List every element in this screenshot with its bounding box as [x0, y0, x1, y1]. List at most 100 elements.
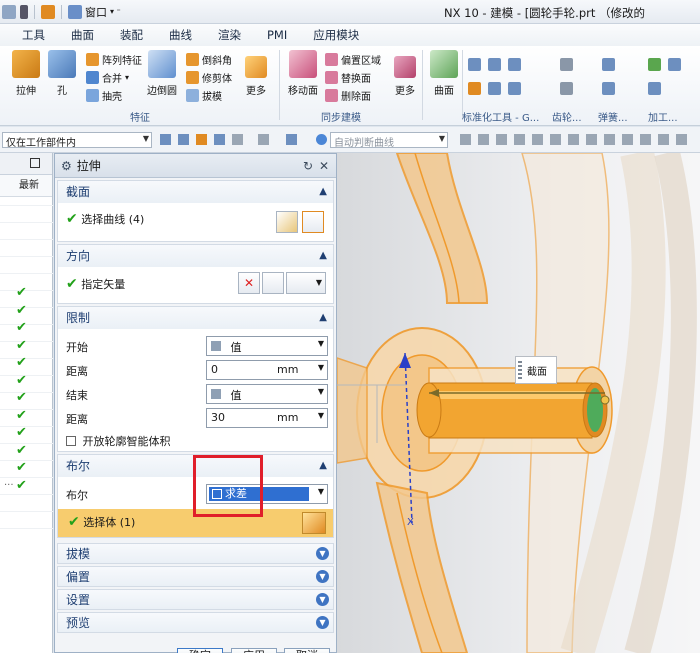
auto-infer-select[interactable]: 自动判断曲线 ▼: [330, 132, 448, 148]
start-distance-input[interactable]: 0 mm ▼: [206, 360, 328, 380]
snap-icon[interactable]: [676, 134, 687, 145]
open-profile-checkbox[interactable]: 开放轮廓智能体积: [66, 433, 171, 449]
snap-icon[interactable]: [514, 134, 525, 145]
snap-icon[interactable]: [604, 134, 615, 145]
snap-icon[interactable]: [532, 134, 543, 145]
window-menu[interactable]: 窗口 ▾ ⁼: [68, 4, 121, 20]
machining-tool-icon[interactable]: [668, 56, 681, 72]
select-icon[interactable]: [196, 134, 207, 145]
settings-section[interactable]: 设置 ▼: [57, 589, 334, 610]
close-icon[interactable]: [316, 134, 327, 145]
redo-icon[interactable]: [2, 4, 16, 19]
tab-applications[interactable]: 应用模块: [300, 24, 372, 46]
snap-icon[interactable]: [478, 134, 489, 145]
snap-icon[interactable]: [496, 134, 507, 145]
snap-icon[interactable]: [550, 134, 561, 145]
table-row[interactable]: [0, 239, 53, 240]
select-icon[interactable]: [178, 134, 189, 145]
std-tool-icon[interactable]: [508, 80, 521, 96]
std-tool-icon[interactable]: [488, 56, 501, 72]
reset-icon[interactable]: ↻: [303, 159, 313, 173]
gear-icon[interactable]: ⚙: [61, 159, 72, 173]
close-icon[interactable]: ✕: [319, 159, 329, 173]
limits-header[interactable]: 限制 ▲: [58, 307, 333, 329]
select-curve-row[interactable]: ✔ 选择曲线 (4): [66, 211, 144, 227]
table-row[interactable]: [0, 273, 53, 274]
reverse-direction-button[interactable]: ✕: [238, 272, 260, 294]
replace-face-button[interactable]: 替换面: [325, 69, 371, 85]
move-face-button[interactable]: 移动面: [283, 50, 323, 97]
select-icon[interactable]: [258, 134, 269, 145]
snap-icon[interactable]: [586, 134, 597, 145]
end-mode-select[interactable]: 值 ▼: [206, 384, 328, 404]
specify-vector-row[interactable]: ✔ 指定矢量: [66, 276, 125, 292]
snap-icon[interactable]: [622, 134, 633, 145]
graphics-viewport[interactable]: X 截面: [337, 153, 700, 653]
unite-button[interactable]: 合并 ▾: [86, 69, 129, 85]
end-distance-input[interactable]: 30 mm ▼: [206, 408, 328, 428]
switch-window-icon[interactable]: [41, 4, 55, 19]
draft-button[interactable]: 拔模: [186, 87, 222, 103]
snap-icon[interactable]: [568, 134, 579, 145]
spring-tool-icon[interactable]: [602, 56, 615, 72]
spring-tool-icon[interactable]: [602, 80, 615, 96]
shell-button[interactable]: 抽壳: [86, 87, 122, 103]
snap-icon[interactable]: [460, 134, 471, 145]
extrude-button[interactable]: 拉伸: [8, 50, 44, 97]
vector-dialog-button[interactable]: [262, 272, 284, 294]
hole-button[interactable]: 孔: [44, 50, 80, 97]
table-row[interactable]: [0, 494, 53, 495]
table-row[interactable]: [0, 528, 53, 529]
std-tool-icon[interactable]: [488, 80, 501, 96]
tab-surface[interactable]: 曲面: [58, 24, 107, 46]
apply-button[interactable]: 应用: [231, 648, 277, 653]
std-tool-icon[interactable]: [468, 56, 481, 72]
snap-icon[interactable]: [640, 134, 651, 145]
more-sync-button[interactable]: 更多: [387, 50, 423, 97]
section-header[interactable]: 截面 ▲: [58, 181, 333, 203]
more-features-button[interactable]: 更多: [238, 50, 274, 97]
tab-render[interactable]: 渲染: [205, 24, 254, 46]
std-tool-icon[interactable]: [508, 56, 521, 72]
select-icon[interactable]: [214, 134, 225, 145]
offset-section[interactable]: 偏置 ▼: [57, 566, 334, 587]
select-icon[interactable]: [232, 134, 243, 145]
direction-header[interactable]: 方向 ▲: [58, 245, 333, 267]
start-mode-select[interactable]: 值 ▼: [206, 336, 328, 356]
std-tool-icon[interactable]: [468, 80, 481, 96]
chamfer-button[interactable]: 倒斜角: [186, 51, 232, 67]
machining-tool-icon[interactable]: [648, 56, 661, 72]
vector-type-select[interactable]: ▼: [286, 272, 326, 294]
offset-region-button[interactable]: 偏置区域: [325, 51, 381, 67]
table-row[interactable]: [0, 222, 53, 223]
gear-tool-icon[interactable]: [560, 56, 573, 72]
select-icon[interactable]: [286, 134, 297, 145]
dropdown-icon[interactable]: [20, 4, 28, 19]
delete-face-button[interactable]: 删除面: [325, 87, 371, 103]
ok-button[interactable]: 确定: [177, 648, 223, 653]
drag-handle[interactable]: [518, 361, 522, 379]
preview-section[interactable]: 预览 ▼: [57, 612, 334, 633]
tab-tools[interactable]: 工具: [0, 24, 58, 46]
select-icon[interactable]: [160, 134, 171, 145]
scope-filter-select[interactable]: 仅在工作部件内 ▼: [2, 132, 152, 148]
sketch-section-button[interactable]: [276, 211, 298, 233]
tab-assembly[interactable]: 装配: [107, 24, 156, 46]
table-row[interactable]: [0, 205, 53, 206]
maximize-icon[interactable]: [30, 158, 40, 168]
surface-button[interactable]: 曲面: [426, 50, 462, 97]
column-latest[interactable]: 最新: [0, 175, 52, 197]
edge-blend-button[interactable]: 边倒圆: [144, 50, 180, 97]
gear-tool-icon[interactable]: [560, 80, 573, 96]
draft-section[interactable]: 拔模 ▼: [57, 543, 334, 564]
body-select-button[interactable]: [302, 512, 326, 534]
tab-pmi[interactable]: PMI: [254, 24, 300, 46]
snap-icon[interactable]: [658, 134, 669, 145]
table-row[interactable]: [0, 511, 53, 512]
curve-icon[interactable]: [302, 211, 324, 233]
tab-curve[interactable]: 曲线: [156, 24, 205, 46]
trim-body-button[interactable]: 修剪体: [186, 69, 232, 85]
cancel-button[interactable]: 取消: [284, 648, 330, 653]
machining-tool-icon[interactable]: [648, 80, 661, 96]
table-row[interactable]: [0, 256, 53, 257]
